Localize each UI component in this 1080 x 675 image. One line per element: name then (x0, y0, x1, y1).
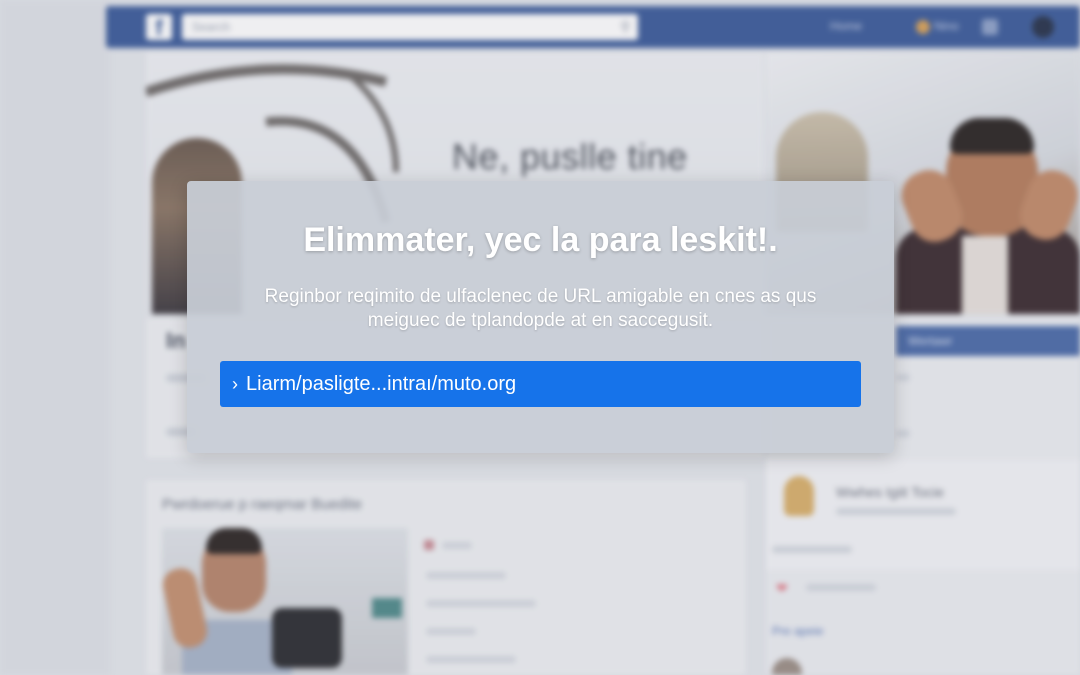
url-modal: Elimmater, yec la para leskit!. Reginbor… (187, 181, 894, 453)
chevron-right-icon: › (232, 374, 238, 394)
url-link-button[interactable]: › Liarm/pasligte...intraı/muto.org (220, 361, 861, 407)
modal-description-line: Reginbor reqimito de ulfaclenec de URL a… (264, 286, 817, 307)
modal-title: Elimmater, yec la para leskit!. (303, 221, 778, 259)
modal-description-line: meiguec de tplandopde at en saccegusit. (367, 310, 714, 331)
modal-description: Reginbor reqimito de ulfaclenec de URL a… (227, 285, 854, 333)
url-text: Liarm/pasligte...intraı/muto.org (246, 373, 517, 395)
